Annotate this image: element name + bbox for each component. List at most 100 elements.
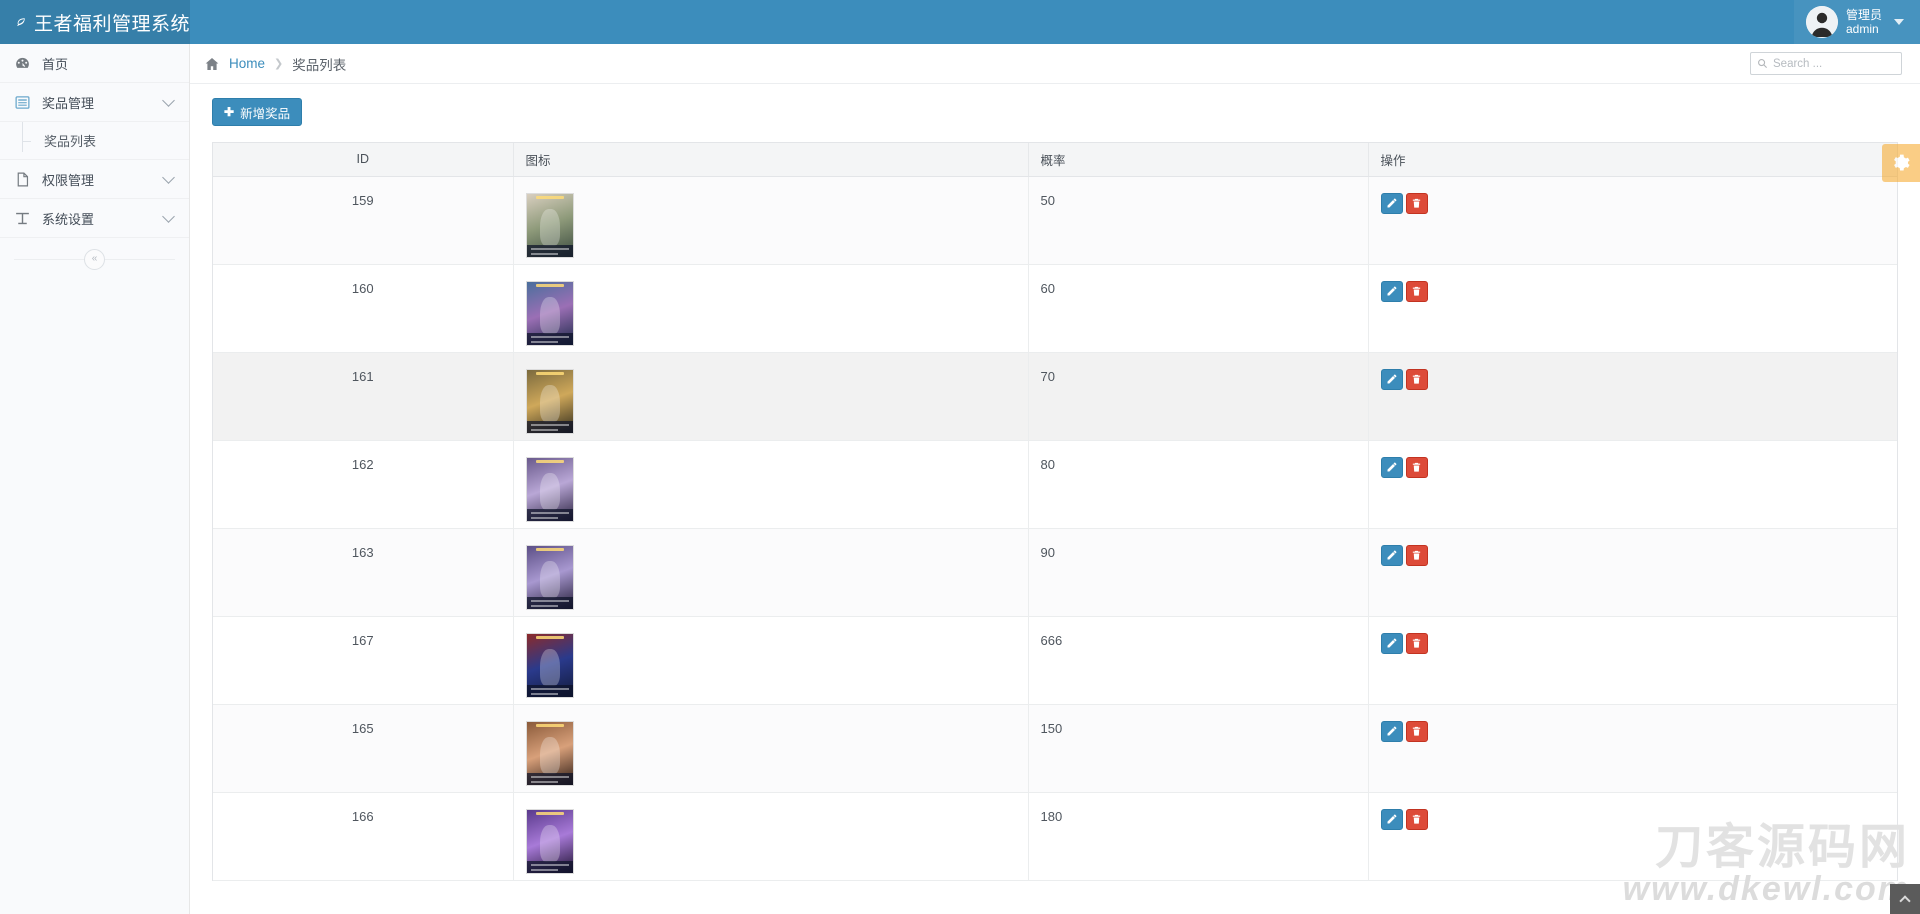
sidebar-item-prize-list[interactable]: 奖品列表: [0, 122, 189, 160]
column-header-rate: 概率: [1028, 143, 1369, 177]
app-logo-zone[interactable]: 王者福利管理系统: [0, 0, 190, 44]
chevron-left-double-icon: «: [91, 253, 98, 264]
user-labels: 管理员 admin: [1846, 8, 1882, 37]
chevron-up-icon: [1899, 894, 1911, 907]
edit-button[interactable]: [1380, 368, 1403, 390]
edit-button[interactable]: [1380, 808, 1403, 830]
cell-actions: [1368, 176, 1897, 265]
row-action-group: [1380, 280, 1886, 302]
column-header-id: ID: [213, 143, 514, 177]
cell-rate: 60: [1028, 264, 1369, 353]
cell-icon: [513, 440, 1029, 529]
add-prize-label: 新增奖品: [240, 106, 291, 121]
table-row: 161 70: [213, 352, 1897, 441]
chevron-down-icon[interactable]: [162, 170, 175, 184]
sidebar-collapse-button[interactable]: «: [84, 248, 105, 270]
prize-thumbnail[interactable]: [525, 544, 574, 610]
scroll-to-top-button[interactable]: [1890, 884, 1920, 914]
user-avatar-icon: [1805, 6, 1838, 38]
cell-rate: 150: [1028, 704, 1369, 793]
delete-button[interactable]: [1405, 544, 1428, 566]
prize-thumbnail[interactable]: [525, 808, 574, 874]
theme-settings-button[interactable]: [1882, 144, 1920, 182]
search-box[interactable]: [1750, 52, 1902, 75]
sidebar-item-label: 奖品管理: [42, 95, 95, 111]
edit-button[interactable]: [1380, 544, 1403, 566]
text-tool-icon: [16, 212, 29, 224]
breadcrumb-bar: Home ❯ 奖品列表: [190, 44, 1920, 84]
cell-rate: 70: [1028, 352, 1369, 441]
cell-id: 163: [213, 528, 514, 617]
cell-actions: [1368, 792, 1897, 881]
edit-pencil-icon: [1387, 462, 1396, 472]
prize-thumbnail[interactable]: [525, 368, 574, 434]
cell-rate: 80: [1028, 440, 1369, 529]
table-row: 166 180: [213, 792, 1897, 881]
chevron-down-icon[interactable]: [162, 93, 175, 107]
table-row: 160 60: [213, 264, 1897, 353]
row-action-group: [1380, 632, 1886, 654]
sidebar-item-permission-management[interactable]: 权限管理: [0, 160, 189, 199]
dashboard-icon: [16, 57, 29, 68]
cell-id: 159: [213, 176, 514, 265]
delete-button[interactable]: [1405, 632, 1428, 654]
edit-pencil-icon: [1387, 638, 1396, 648]
chevron-down-icon[interactable]: [162, 209, 175, 223]
edit-button[interactable]: [1380, 280, 1403, 302]
cell-id: 167: [213, 616, 514, 705]
add-prize-button[interactable]: ✚ 新增奖品: [212, 98, 303, 126]
edit-pencil-icon: [1387, 286, 1396, 296]
cell-icon: [513, 352, 1029, 441]
prize-thumbnail[interactable]: [525, 456, 574, 522]
row-action-group: [1380, 544, 1886, 566]
cell-id: 166: [213, 792, 514, 881]
delete-button[interactable]: [1405, 456, 1428, 478]
table-row: 167 666: [213, 616, 1897, 705]
delete-button[interactable]: [1405, 720, 1428, 742]
sidebar-subitem-label: 奖品列表: [44, 134, 97, 149]
user-menu[interactable]: 管理员 admin: [1793, 0, 1920, 44]
content-panel: ✚ 新增奖品 ID 图标 概率 操作 159 50 160 60 161 70 162 80 1…: [190, 84, 1920, 881]
delete-button[interactable]: [1405, 808, 1428, 830]
cell-id: 165: [213, 704, 514, 793]
row-action-group: [1380, 192, 1886, 214]
cell-actions: [1368, 616, 1897, 705]
delete-button[interactable]: [1405, 368, 1428, 390]
cell-icon: [513, 264, 1029, 353]
prize-thumbnail[interactable]: [525, 192, 574, 258]
prize-thumbnail[interactable]: [525, 720, 574, 786]
prize-thumbnail[interactable]: [525, 632, 574, 698]
prize-table: ID 图标 概率 操作 159 50 160 60 161 70 162 80 163 90 167…: [213, 143, 1897, 881]
cell-actions: [1368, 528, 1897, 617]
row-action-group: [1380, 720, 1886, 742]
edit-button[interactable]: [1380, 720, 1403, 742]
prize-table-wrapper: ID 图标 概率 操作 159 50 160 60 161 70 162 80 163 90 167…: [212, 142, 1898, 881]
cell-icon: [513, 704, 1029, 793]
sidebar-submenu-prize: 奖品列表: [0, 122, 189, 160]
sidebar-item-label: 系统设置: [42, 211, 95, 227]
chevron-down-icon[interactable]: [1894, 19, 1904, 25]
breadcrumb-home-link[interactable]: Home: [229, 56, 265, 71]
sidebar-item-prize-management[interactable]: 奖品管理: [0, 83, 189, 122]
search-input[interactable]: [1773, 57, 1895, 70]
edit-button[interactable]: [1380, 456, 1403, 478]
cell-rate: 90: [1028, 528, 1369, 617]
file-icon: [17, 172, 29, 186]
sidebar-item-label: 首页: [42, 56, 69, 72]
home-icon: [205, 57, 219, 70]
sidebar-item-home[interactable]: 首页: [0, 44, 189, 83]
main-content: Home ❯ 奖品列表 ✚ 新增奖品 ID 图标 概率: [190, 44, 1920, 914]
cell-actions: [1368, 264, 1897, 353]
cell-actions: [1368, 352, 1897, 441]
edit-button[interactable]: [1380, 632, 1403, 654]
sidebar-item-system-settings[interactable]: 系统设置: [0, 199, 189, 238]
edit-button[interactable]: [1380, 192, 1403, 214]
delete-button[interactable]: [1405, 280, 1428, 302]
prize-thumbnail[interactable]: [525, 280, 574, 346]
delete-button[interactable]: [1405, 192, 1428, 214]
trash-icon: [1412, 462, 1421, 472]
app-title: 王者福利管理系统: [33, 13, 190, 35]
cell-icon: [513, 792, 1029, 881]
cell-rate: 666: [1028, 616, 1369, 705]
table-row: 163 90: [213, 528, 1897, 617]
